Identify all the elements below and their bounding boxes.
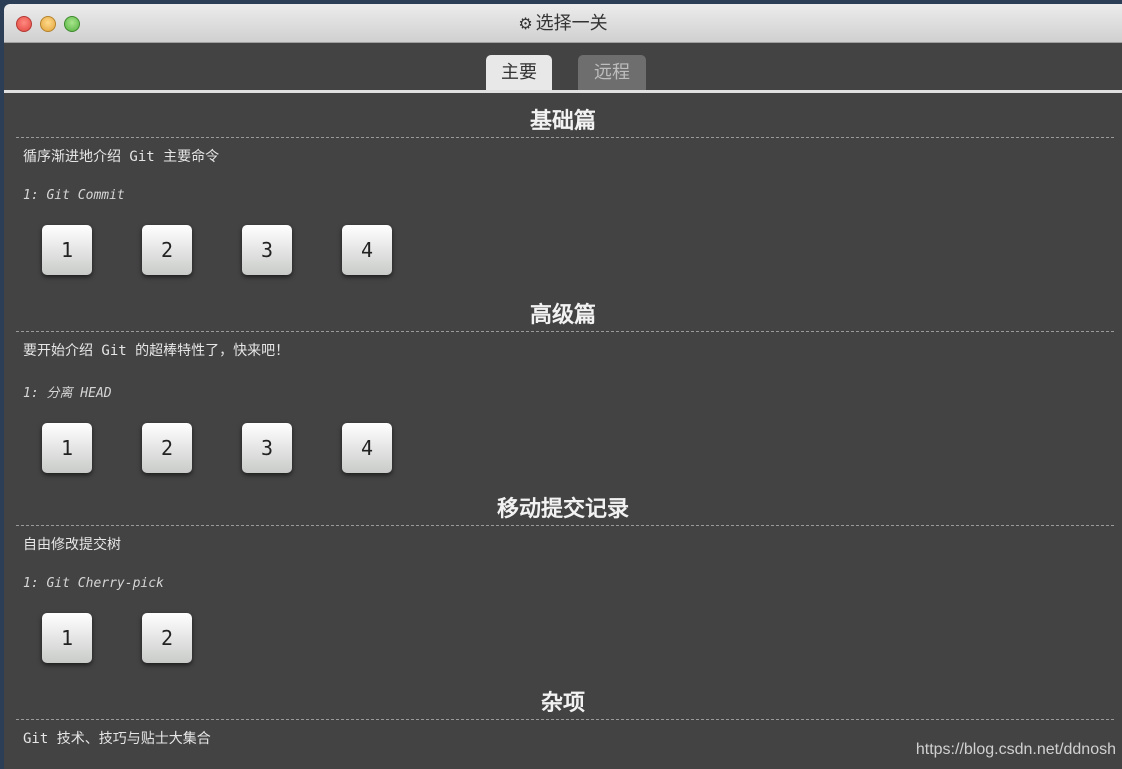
section-divider [16,525,1114,526]
section-title: 基础篇 [529,108,596,134]
section-title: 杂项 [540,690,585,716]
tab-bar: 主要 远程 [4,43,1122,91]
level-button-row: 1 2 3 4 [42,225,1122,277]
section-divider [16,331,1114,332]
section-title: 移动提交记录 [496,496,629,522]
tab-main[interactable]: 主要 [486,55,552,91]
sequence-name: 1: Git Cherry-pick [23,576,164,591]
level-button-row: 1 2 [42,613,1122,665]
window-title: ⚙ 选择一关 [4,4,1122,42]
tab-remote[interactable]: 远程 [578,55,646,91]
level-button-3[interactable]: 3 [242,225,292,275]
level-list: 基础篇 循序渐进地介绍 Git 主要命令 1: Git Commit 1 2 3… [4,93,1122,769]
section-advanced: 高级篇 要开始介绍 Git 的超棒特性了，快来吧！ 1: 分离 HEAD 1 2… [4,299,1122,475]
title-bar[interactable]: ⚙ 选择一关 [4,4,1122,43]
section-divider [16,137,1114,138]
level-button-2[interactable]: 2 [142,613,192,663]
level-button-4[interactable]: 4 [342,423,392,473]
section-divider [16,719,1114,720]
section-basics: 基础篇 循序渐进地介绍 Git 主要命令 1: Git Commit 1 2 3… [4,105,1122,277]
section-title: 高级篇 [529,302,596,328]
level-button-2[interactable]: 2 [142,423,192,473]
section-description: 循序渐进地介绍 Git 主要命令 [23,149,220,165]
level-button-4[interactable]: 4 [342,225,392,275]
level-button-1[interactable]: 1 [42,225,92,275]
section-description: 自由修改提交树 [23,537,121,553]
sequence-name: 1: Git Commit [23,188,125,203]
gear-icon: ⚙ [518,14,533,33]
sequence-name: 1: 分离 HEAD [23,386,112,401]
level-button-3[interactable]: 3 [242,423,292,473]
section-misc: 杂项 Git 技术、技巧与贴士大集合 [4,687,1122,748]
section-description: 要开始介绍 Git 的超棒特性了，快来吧！ [23,343,290,359]
level-button-1[interactable]: 1 [42,423,92,473]
level-button-2[interactable]: 2 [142,225,192,275]
watermark: https://blog.csdn.net/ddnosh [915,741,1116,758]
app-window: ⚙ 选择一关 主要 远程 基础篇 循序渐进地介绍 Git 主要命令 1: Git … [4,4,1122,769]
level-button-1[interactable]: 1 [42,613,92,663]
section-moving-commits: 移动提交记录 自由修改提交树 1: Git Cherry-pick 1 2 [4,493,1122,665]
window-title-text: 选择一关 [535,13,608,34]
level-button-row: 1 2 3 4 [42,423,1122,475]
